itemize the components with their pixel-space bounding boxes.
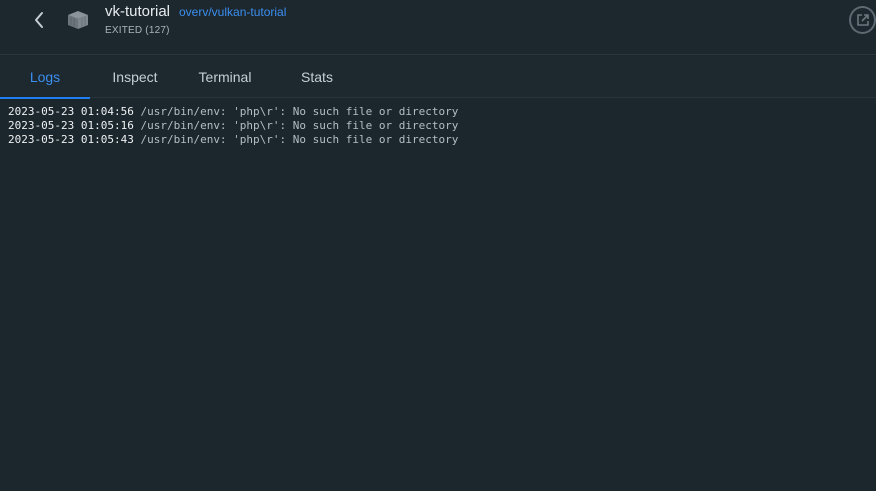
log-line: 2023-05-23 01:05:43 /usr/bin/env: 'php\r… [8, 133, 868, 147]
tab-stats[interactable]: Stats [272, 56, 362, 98]
log-timestamp: 2023-05-23 01:05:43 [8, 133, 134, 146]
log-message: /usr/bin/env: 'php\r': No such file or d… [133, 133, 459, 146]
open-external-button[interactable] [849, 6, 876, 34]
status-badge: EXITED (127) [105, 25, 170, 36]
container-box-icon [68, 11, 88, 29]
log-timestamp: 2023-05-23 01:05:16 [8, 119, 134, 132]
container-name: vk-tutorial [105, 3, 171, 20]
log-message: /usr/bin/env: 'php\r': No such file or d… [133, 105, 459, 118]
image-name-link[interactable]: overv/vulkan-tutorial [179, 5, 286, 19]
container-header: vk-tutorial overv/vulkan-tutorial EXITED… [0, 0, 876, 55]
log-line: 2023-05-23 01:05:16 /usr/bin/env: 'php\r… [8, 119, 868, 133]
log-timestamp: 2023-05-23 01:04:56 [8, 105, 134, 118]
open-external-icon [856, 14, 869, 26]
log-line: 2023-05-23 01:04:56 /usr/bin/env: 'php\r… [8, 105, 868, 119]
log-output[interactable]: 2023-05-23 01:04:56 /usr/bin/env: 'php\r… [0, 99, 876, 491]
tab-terminal[interactable]: Terminal [180, 56, 270, 98]
tab-bar: Logs Inspect Terminal Stats [0, 56, 876, 99]
back-button[interactable] [26, 6, 52, 34]
log-message: /usr/bin/env: 'php\r': No such file or d… [133, 119, 459, 132]
tab-logs[interactable]: Logs [0, 56, 90, 99]
chevron-left-icon [35, 12, 43, 28]
tab-inspect[interactable]: Inspect [90, 56, 180, 98]
